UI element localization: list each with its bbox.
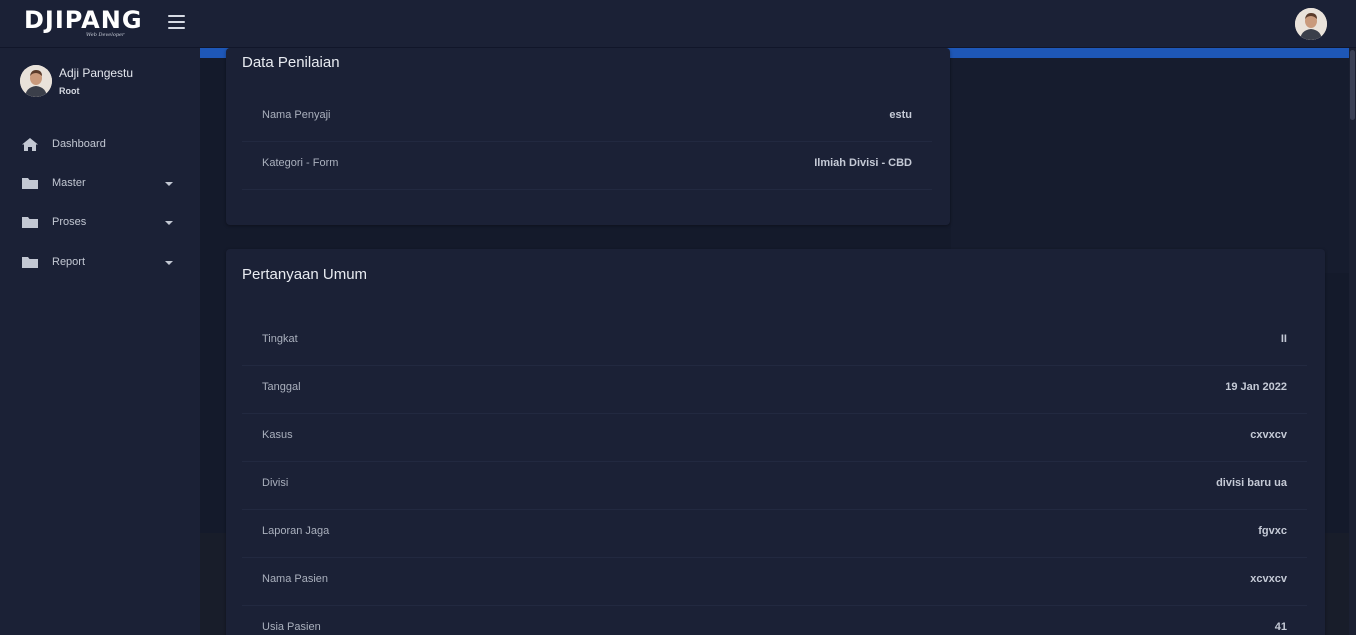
table-row: Nama Penyaji estu [242, 93, 932, 142]
pertanyaan-umum-card: Pertanyaan Umum Tingkat II Tanggal 19 Ja… [226, 249, 1325, 635]
row-label: Nama Pasien [262, 573, 329, 585]
sidebar-item-proses[interactable]: Proses [0, 204, 200, 242]
table-row: Kategori - Form Ilmiah Divisi - CBD [242, 141, 932, 190]
scrollbar-thumb[interactable] [1350, 50, 1355, 120]
card-title: Data Penilaian [242, 54, 340, 71]
table-row: Tanggal 19 Jan 2022 [242, 365, 1307, 414]
home-icon [22, 138, 38, 151]
brand-logo[interactable]: DJIPANG Web Developer [24, 6, 142, 42]
table-row: Divisi divisi baru ua [242, 461, 1307, 510]
row-value: 19 Jan 2022 [1225, 381, 1287, 393]
user-role: Root [59, 86, 80, 96]
folder-icon [22, 217, 38, 228]
sidebar-item-label: Proses [52, 216, 87, 228]
row-label: Usia Pasien [262, 621, 321, 633]
row-label: Kasus [262, 429, 293, 441]
row-label: Divisi [262, 477, 289, 489]
caret-down-icon [165, 261, 173, 265]
menu-toggle-icon[interactable] [168, 14, 186, 30]
brand-tagline: Web Developer [86, 32, 125, 38]
table-row: Usia Pasien 41 [242, 605, 1307, 635]
sidebar-item-label: Report [52, 256, 86, 268]
row-label: Kategori - Form [262, 157, 339, 169]
row-value: fgvxc [1258, 525, 1287, 537]
background-panel [951, 58, 1349, 273]
table-row: Kasus cxvxcv [242, 413, 1307, 462]
table-row: Laporan Jaga fgvxc [242, 509, 1307, 558]
table-row: Nama Pasien xcvxcv [242, 557, 1307, 606]
table-row: Tingkat II [242, 317, 1307, 366]
caret-down-icon [165, 182, 173, 186]
avatar [20, 65, 52, 97]
row-value: xcvxcv [1250, 573, 1287, 585]
folder-icon [22, 178, 38, 189]
row-value: divisi baru ua [1216, 477, 1287, 489]
sidebar-item-report[interactable]: Report [0, 244, 200, 282]
brand-logo-text: DJIPANG [24, 6, 143, 34]
row-label: Tanggal [262, 381, 301, 393]
user-name: Adji Pangestu [59, 66, 134, 80]
row-value: Ilmiah Divisi - CBD [814, 157, 912, 169]
row-value: estu [889, 109, 912, 121]
row-label: Nama Penyaji [262, 109, 331, 121]
page-scrollbar[interactable] [1349, 48, 1356, 635]
row-value: cxvxcv [1250, 429, 1287, 441]
row-label: Tingkat [262, 333, 298, 345]
sidebar-item-master[interactable]: Master [0, 165, 200, 203]
card-title: Pertanyaan Umum [242, 266, 368, 283]
profile-avatar[interactable] [1295, 8, 1327, 40]
row-label: Laporan Jaga [262, 525, 330, 537]
data-penilaian-card: Data Penilaian Nama Penyaji estu Kategor… [226, 48, 950, 225]
top-navbar: DJIPANG Web Developer [0, 0, 1356, 48]
main-content: Data Penilaian Nama Penyaji estu Kategor… [200, 48, 1349, 635]
user-panel: Adji Pangestu Root [20, 64, 195, 100]
caret-down-icon [165, 221, 173, 225]
sidebar-item-label: Master [52, 177, 86, 189]
row-value: II [1280, 333, 1287, 345]
sidebar-item-dashboard[interactable]: Dashboard [0, 126, 200, 164]
sidebar: Adji Pangestu Root Dashboard Master Pros… [0, 48, 200, 635]
row-value: 41 [1274, 621, 1287, 633]
folder-icon [22, 257, 38, 268]
sidebar-item-label: Dashboard [52, 138, 106, 150]
